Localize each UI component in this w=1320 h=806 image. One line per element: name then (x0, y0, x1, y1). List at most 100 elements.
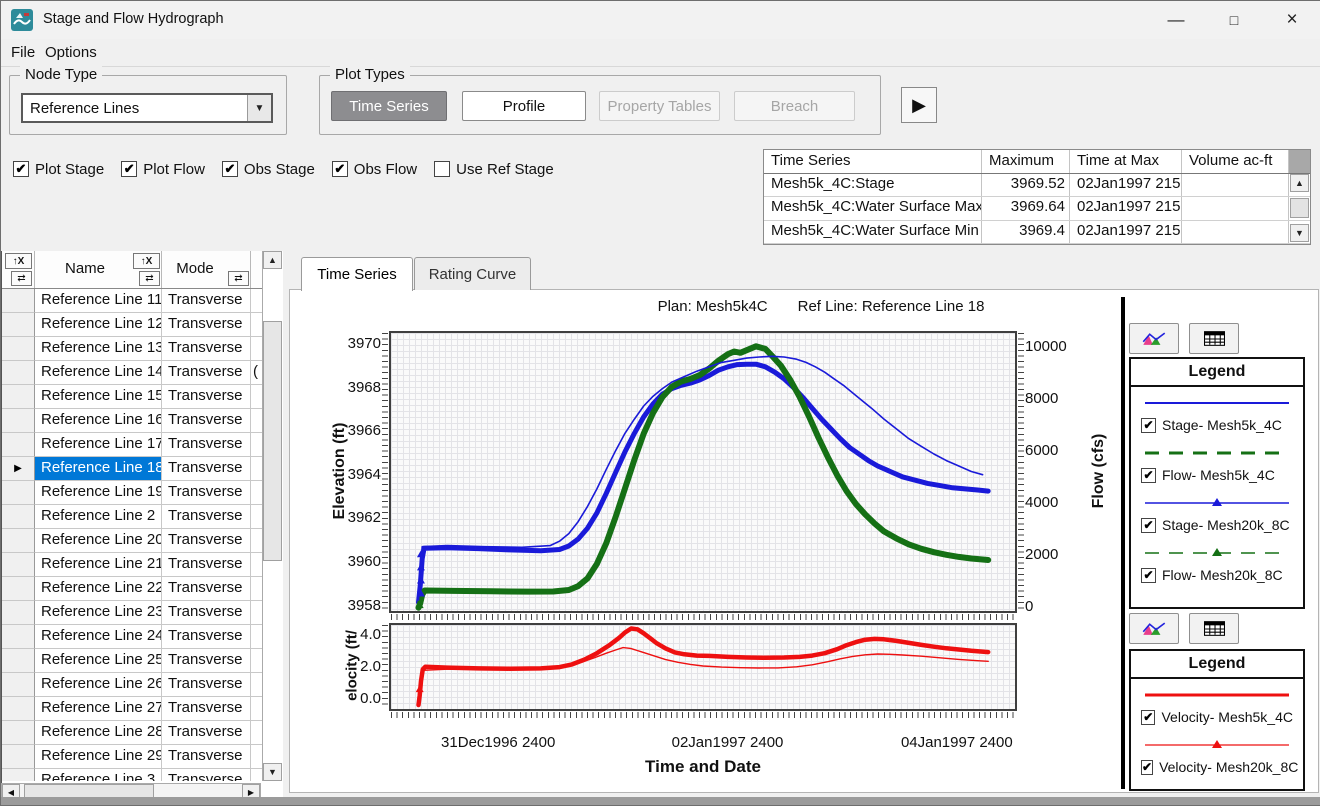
ref-table-row[interactable]: Reference Line 24Transverse (2, 625, 262, 649)
row-header[interactable] (2, 697, 35, 721)
checkbox-obs-stage[interactable]: ✔Obs Stage (222, 161, 315, 178)
ref-table-row[interactable]: Reference Line 29Transverse (2, 745, 262, 769)
ref-extra-cell (251, 529, 262, 553)
legend-checkbox[interactable]: ✔ (1141, 468, 1156, 483)
ref-extra-cell (251, 433, 262, 457)
ref-extra-cell (251, 673, 262, 697)
maximize-button[interactable]: □ (1205, 1, 1263, 39)
ref-table-row[interactable]: ▶Reference Line 18Transverse (2, 457, 262, 481)
ref-table-row[interactable]: Reference Line 15Transverse (2, 385, 262, 409)
row-header[interactable] (2, 385, 35, 409)
row-header[interactable] (2, 553, 35, 577)
ref-table-row[interactable]: Reference Line 21Transverse (2, 553, 262, 577)
ref-extra-cell (251, 697, 262, 721)
scroll-up-button[interactable]: ▲ (263, 251, 282, 269)
animate-plot-button[interactable]: ▶ (901, 87, 937, 123)
ref-extra-cell (251, 649, 262, 673)
vel-tick-labels: 0.02.04.0 (325, 1, 381, 89)
scroll-thumb[interactable] (1290, 198, 1309, 218)
ref-table-row[interactable]: Reference Line 13Transverse (2, 337, 262, 361)
ref-mode-cell: Transverse (162, 337, 251, 361)
plot-type-breach-button[interactable]: Breach (734, 91, 855, 121)
legend-line-sample (1141, 733, 1293, 754)
legend-checkbox[interactable]: ✔ (1141, 418, 1156, 433)
legend-checkbox[interactable]: ✔ (1141, 518, 1156, 533)
sort-button[interactable]: ↑X (5, 253, 32, 269)
row-header[interactable] (2, 769, 35, 781)
axis-tick-label: 8000 (1025, 390, 1085, 410)
scroll-thumb[interactable] (263, 321, 282, 561)
ref-table-row[interactable]: Reference Line 17Transverse (2, 433, 262, 457)
ref-table-row[interactable]: Reference Line 25Transverse (2, 649, 262, 673)
row-header[interactable] (2, 481, 35, 505)
checkbox-plot-flow[interactable]: ✔Plot Flow (121, 161, 205, 178)
ref-mode-cell: Transverse (162, 505, 251, 529)
filter-icon[interactable]: ⇄ (139, 271, 160, 286)
row-header[interactable] (2, 745, 35, 769)
checkbox-plot-stage[interactable]: ✔Plot Stage (13, 161, 104, 178)
row-header[interactable] (2, 313, 35, 337)
row-header[interactable] (2, 601, 35, 625)
plot-type-property-tables-button[interactable]: Property Tables (599, 91, 720, 121)
ref-table-row[interactable]: Reference Line 16Transverse (2, 409, 262, 433)
legend-checkbox[interactable]: ✔ (1141, 710, 1155, 725)
ref-name-cell: Reference Line 13 (35, 337, 162, 361)
ref-table-row[interactable]: Reference Line 20Transverse (2, 529, 262, 553)
scroll-down-button[interactable]: ▼ (263, 763, 282, 781)
legend-checkbox[interactable]: ✔ (1141, 568, 1156, 583)
stats-scrollbar[interactable]: ▲ ▼ (1290, 174, 1309, 244)
checkbox-box[interactable] (434, 161, 450, 177)
close-button[interactable]: × (1263, 1, 1320, 39)
tab-time-series[interactable]: Time Series (301, 257, 413, 291)
plot-type-profile-button[interactable]: Profile (462, 91, 586, 121)
minimize-button[interactable]: — (1147, 1, 1205, 39)
node-type-select[interactable]: Reference Lines ▼ (21, 93, 273, 123)
scroll-up-button[interactable]: ▲ (1290, 174, 1309, 192)
ref-table-row[interactable]: Reference Line 11Transverse (2, 289, 262, 313)
stage-flow-chart[interactable] (389, 331, 1017, 613)
row-header[interactable] (2, 337, 35, 361)
ref-table-row[interactable]: Reference Line 12Transverse (2, 313, 262, 337)
scroll-down-button[interactable]: ▼ (1290, 224, 1309, 242)
chart-view-button[interactable] (1129, 323, 1179, 354)
node-type-dropdown-button[interactable]: ▼ (247, 95, 271, 121)
row-header[interactable] (2, 673, 35, 697)
ref-table-row[interactable]: Reference Line 22Transverse (2, 577, 262, 601)
chart-view-button[interactable] (1129, 613, 1179, 644)
row-header[interactable] (2, 409, 35, 433)
legend-checkbox[interactable]: ✔ (1141, 760, 1153, 775)
checkbox-box[interactable]: ✔ (121, 161, 137, 177)
table-view-button[interactable] (1189, 323, 1239, 354)
ref-table-row[interactable]: Reference Line 28Transverse (2, 721, 262, 745)
row-header[interactable] (2, 433, 35, 457)
row-header[interactable] (2, 649, 35, 673)
row-header[interactable] (2, 577, 35, 601)
ref-table-row[interactable]: Reference Line 27Transverse (2, 697, 262, 721)
filter-icon[interactable]: ⇄ (228, 271, 249, 286)
row-header[interactable] (2, 625, 35, 649)
row-header[interactable] (2, 361, 35, 385)
ref-table-row[interactable]: Reference Line 2Transverse (2, 505, 262, 529)
row-header[interactable] (2, 721, 35, 745)
filter-icon[interactable]: ⇄ (11, 271, 32, 286)
row-header[interactable] (2, 529, 35, 553)
row-header[interactable] (2, 505, 35, 529)
row-header[interactable] (2, 289, 35, 313)
velocity-chart[interactable] (389, 623, 1017, 711)
ref-table-row[interactable]: Reference Line 23Transverse (2, 601, 262, 625)
tab-rating-curve[interactable]: Rating Curve (414, 257, 531, 290)
sort-button[interactable]: ↑X (133, 253, 160, 269)
ref-table-vscrollbar[interactable]: ▲ ▼ (262, 251, 282, 781)
ref-table-row[interactable]: Reference Line 3Transverse (2, 769, 262, 781)
table-view-button[interactable] (1189, 613, 1239, 644)
ref-table-row[interactable]: Reference Line 19Transverse (2, 481, 262, 505)
ref-table-row[interactable]: Reference Line 26Transverse (2, 673, 262, 697)
menu-file[interactable]: File (5, 42, 41, 63)
row-header[interactable]: ▶ (2, 457, 35, 481)
checkbox-use-ref-stage[interactable]: Use Ref Stage (434, 161, 554, 178)
checkbox-box[interactable]: ✔ (13, 161, 29, 177)
checkbox-box[interactable]: ✔ (222, 161, 238, 177)
menu-options[interactable]: Options (39, 42, 103, 63)
ref-table-row[interactable]: Reference Line 14Transverse( (2, 361, 262, 385)
legend-title: Legend (1131, 651, 1303, 679)
